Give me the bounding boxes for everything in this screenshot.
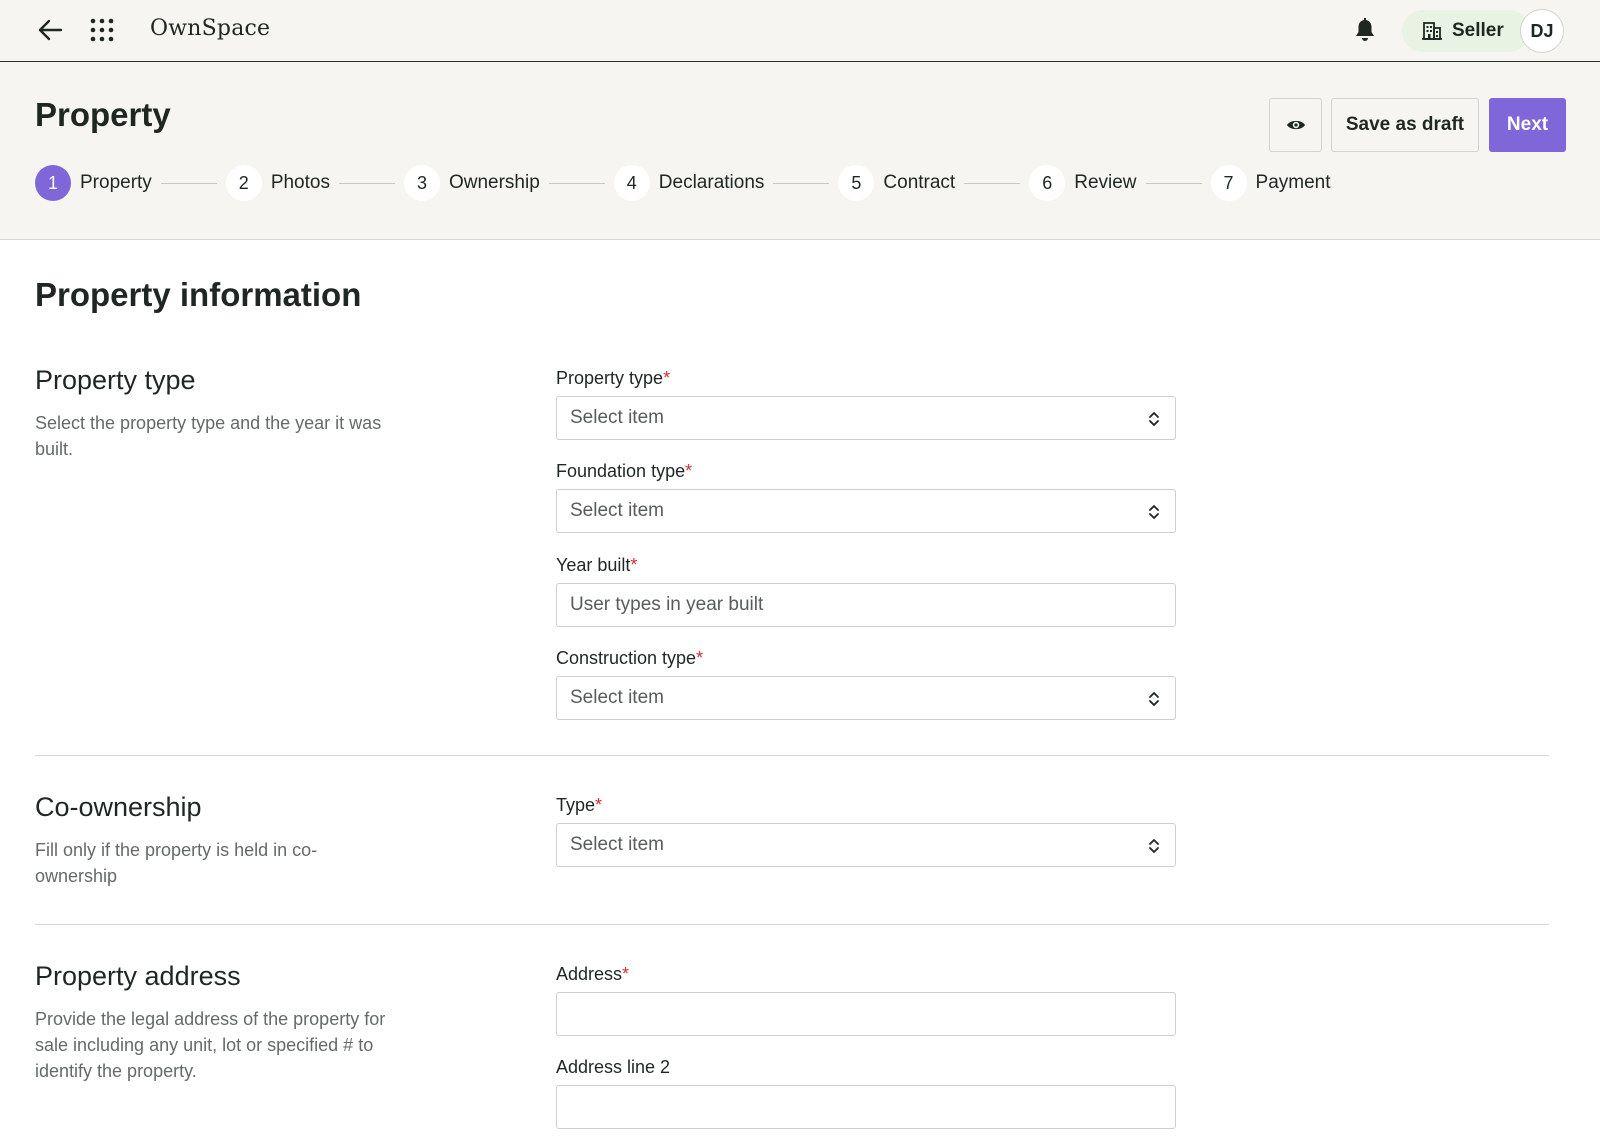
step-label: Contract (883, 172, 956, 193)
step-number: 6 (1029, 165, 1066, 201)
property-type-description: Select the property type and the year it… (35, 413, 382, 459)
step-number: 1 (35, 165, 71, 201)
eye-icon (1286, 120, 1305, 130)
step-review[interactable]: 6 Review (1029, 165, 1137, 201)
foundation-type-select[interactable]: Select item (556, 489, 1176, 533)
notifications-button[interactable] (1349, 14, 1381, 46)
step-property[interactable]: 1 Property (35, 165, 152, 201)
preview-button[interactable] (1269, 98, 1322, 152)
year-built-label: Year built* (556, 555, 638, 575)
progress-stepper: 1 Property 2 Photos 3 Ownership 4 Declar… (35, 165, 1331, 201)
step-connector (964, 182, 1021, 184)
required-marker: * (622, 964, 630, 984)
step-number: 7 (1210, 165, 1247, 201)
chevron-up-down-icon (1149, 505, 1159, 519)
back-button[interactable] (34, 14, 66, 46)
step-connector (1145, 182, 1202, 184)
select-placeholder: Select item (570, 834, 664, 855)
chevron-up-down-icon (1149, 412, 1159, 426)
required-marker: * (685, 461, 693, 481)
required-marker: * (663, 368, 671, 388)
step-ownership[interactable]: 3 Ownership (403, 165, 540, 201)
step-label: Property (80, 172, 152, 193)
select-placeholder: Select item (570, 500, 664, 521)
co-ownership-heading: Co-ownership (35, 792, 202, 822)
section-title: Property information (35, 276, 362, 313)
page-header: Property Save as draft Next 1 Property 2… (0, 62, 1600, 240)
section-divider (35, 924, 1549, 925)
co-ownership-type-label: Type* (556, 795, 603, 815)
step-number: 3 (403, 165, 440, 201)
input-placeholder: User types in year built (570, 594, 764, 615)
foundation-type-label: Foundation type* (556, 461, 693, 481)
address-label: Address* (556, 964, 630, 984)
construction-type-label: Construction type* (556, 648, 704, 668)
required-marker: * (595, 795, 603, 815)
co-ownership-type-select[interactable]: Select item (556, 823, 1176, 867)
required-marker: * (696, 648, 704, 668)
app-logo[interactable]: OwnSpace (150, 16, 270, 41)
select-placeholder: Select item (570, 407, 664, 428)
step-payment[interactable]: 7 Payment (1210, 165, 1331, 201)
construction-type-select[interactable]: Select item (556, 676, 1176, 720)
step-contract[interactable]: 5 Contract (838, 165, 955, 201)
address-line-2-input[interactable] (556, 1085, 1176, 1129)
property-type-select[interactable]: Select item (556, 396, 1176, 440)
next-button[interactable]: Next (1489, 98, 1566, 152)
role-switcher[interactable]: Seller (1402, 10, 1530, 52)
property-address-description: Provide the legal address of the propert… (35, 1009, 386, 1081)
step-declarations[interactable]: 4 Declarations (613, 165, 765, 201)
property-type-label: Property type* (556, 368, 671, 388)
section-divider (35, 755, 1549, 756)
step-connector (338, 182, 395, 184)
step-number: 5 (838, 165, 875, 201)
property-type-heading: Property type (35, 365, 196, 395)
step-photos[interactable]: 2 Photos (225, 165, 330, 201)
page-title: Property (35, 96, 171, 133)
address-input[interactable] (556, 992, 1176, 1036)
year-built-input[interactable]: User types in year built (556, 583, 1176, 627)
step-label: Review (1074, 172, 1137, 193)
step-connector (160, 182, 217, 184)
chevron-up-down-icon (1149, 692, 1159, 706)
step-connector (773, 182, 830, 184)
co-ownership-description: Fill only if the property is held in co-… (35, 840, 318, 886)
step-label: Ownership (448, 172, 540, 193)
building-icon (1422, 22, 1442, 40)
arrow-left-icon (38, 19, 63, 41)
property-address-heading: Property address (35, 961, 241, 991)
required-marker: * (630, 555, 638, 575)
step-label: Payment (1255, 172, 1331, 193)
step-number: 2 (225, 165, 262, 201)
apps-grid-icon (90, 18, 114, 42)
save-as-draft-button[interactable]: Save as draft (1331, 98, 1479, 152)
address-line-2-label: Address line 2 (556, 1057, 671, 1077)
user-avatar[interactable]: DJ (1520, 9, 1564, 53)
chevron-up-down-icon (1149, 839, 1159, 853)
select-placeholder: Select item (570, 687, 664, 708)
apps-menu-button[interactable] (86, 14, 118, 46)
bell-icon (1356, 18, 1374, 41)
step-number: 4 (613, 165, 650, 201)
step-label: Declarations (658, 172, 765, 193)
top-nav-bar: OwnSpace Seller DJ (0, 0, 1600, 62)
step-connector (548, 182, 605, 184)
step-label: Photos (270, 172, 330, 193)
role-label: Seller (1452, 20, 1504, 41)
